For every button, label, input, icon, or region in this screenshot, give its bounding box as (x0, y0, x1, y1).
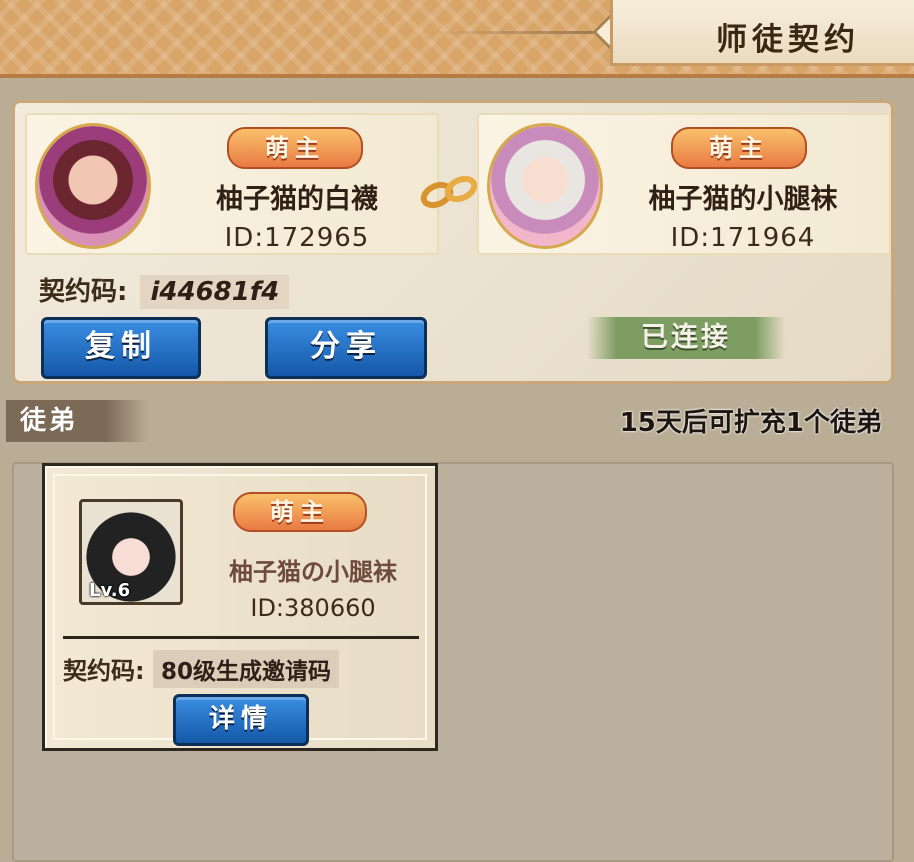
details-button[interactable]: 详情 (173, 694, 309, 746)
master-card-left: 萌主 柚子猫的白襪 ID:172965 (25, 113, 439, 255)
divider (63, 636, 419, 639)
title-decoration-line (428, 31, 598, 34)
player-name: 柚子猫的白襪 (216, 184, 378, 215)
copy-button[interactable]: 复制 (41, 317, 201, 379)
avatar[interactable] (487, 123, 603, 249)
page-title: 师徒契约 (716, 22, 860, 58)
player-id: ID:172965 (224, 223, 370, 253)
player-id: ID:171964 (670, 223, 816, 253)
contract-code-value: i44681f4 (140, 275, 290, 309)
share-button[interactable]: 分享 (265, 317, 427, 379)
rank-badge: 萌主 (233, 492, 367, 532)
expand-note: 15天后可扩充1个徒弟 (619, 408, 882, 438)
disciple-code-row: 契约码: 80级生成邀请码 (63, 650, 339, 688)
disciple-code-value: 80级生成邀请码 (152, 650, 339, 688)
connection-status: 已连接 (587, 317, 785, 359)
rank-badge: 萌主 (227, 127, 363, 169)
level-label: Lv.6 (89, 580, 131, 601)
title-plate: 师徒契约 (610, 0, 914, 66)
master-card-right: 萌主 柚子猫的小腿袜 ID:171964 (477, 113, 891, 255)
avatar[interactable] (35, 123, 151, 249)
contract-code-label: 契约码: (39, 277, 128, 307)
disciple-card: Lv.6 萌主 柚子猫の小腿袜 ID:380660 契约码: 80级生成邀请码 … (42, 463, 438, 751)
disciple-code-label: 契约码: (63, 657, 145, 685)
contract-code-row: 契约码: i44681f4 (39, 271, 290, 309)
rank-badge: 萌主 (671, 127, 807, 169)
chain-link-icon (420, 175, 478, 209)
disciple-id: ID:380660 (250, 594, 376, 622)
section-title: 徒弟 (6, 400, 148, 442)
top-bar: 师徒契约 (0, 0, 914, 78)
master-contract-panel: 萌主 柚子猫的白襪 ID:172965 萌主 柚子猫的小腿袜 ID:171964… (12, 100, 894, 384)
player-name: 柚子猫的小腿袜 (648, 184, 838, 215)
disciple-name: 柚子猫の小腿袜 (229, 558, 397, 586)
